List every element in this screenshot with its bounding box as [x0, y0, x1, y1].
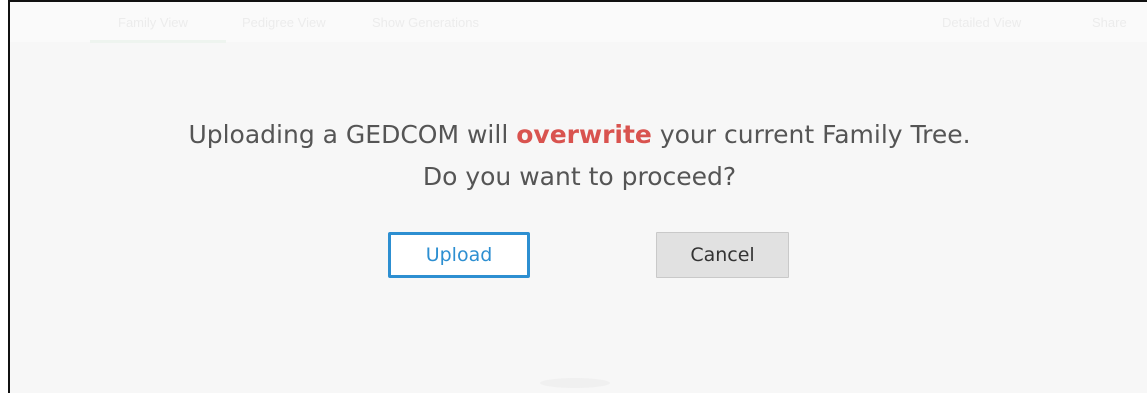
- cancel-button[interactable]: Cancel: [656, 232, 789, 278]
- active-tab-underline: [90, 40, 226, 43]
- tab-show-generations: Show Generations: [372, 15, 479, 30]
- background-shape: [540, 378, 610, 388]
- background-nav-tabs: Family View Pedigree View Show Generatio…: [10, 2, 1147, 43]
- tab-family-view: Family View: [118, 15, 188, 30]
- tab-detailed-view: Detailed View: [942, 15, 1022, 30]
- message-emphasis: overwrite: [516, 120, 652, 149]
- message-line-1: Uploading a GEDCOM will overwrite your c…: [10, 114, 1147, 156]
- message-text-after: your current Family Tree.: [651, 120, 971, 149]
- tab-pedigree-view: Pedigree View: [242, 15, 326, 30]
- tab-share: Share: [1092, 15, 1127, 30]
- confirmation-message: Uploading a GEDCOM will overwrite your c…: [10, 114, 1147, 198]
- upload-button[interactable]: Upload: [388, 232, 530, 278]
- message-text-before: Uploading a GEDCOM will: [188, 120, 517, 149]
- modal-overlay: Family View Pedigree View Show Generatio…: [8, 0, 1147, 393]
- message-line-2: Do you want to proceed?: [422, 162, 737, 191]
